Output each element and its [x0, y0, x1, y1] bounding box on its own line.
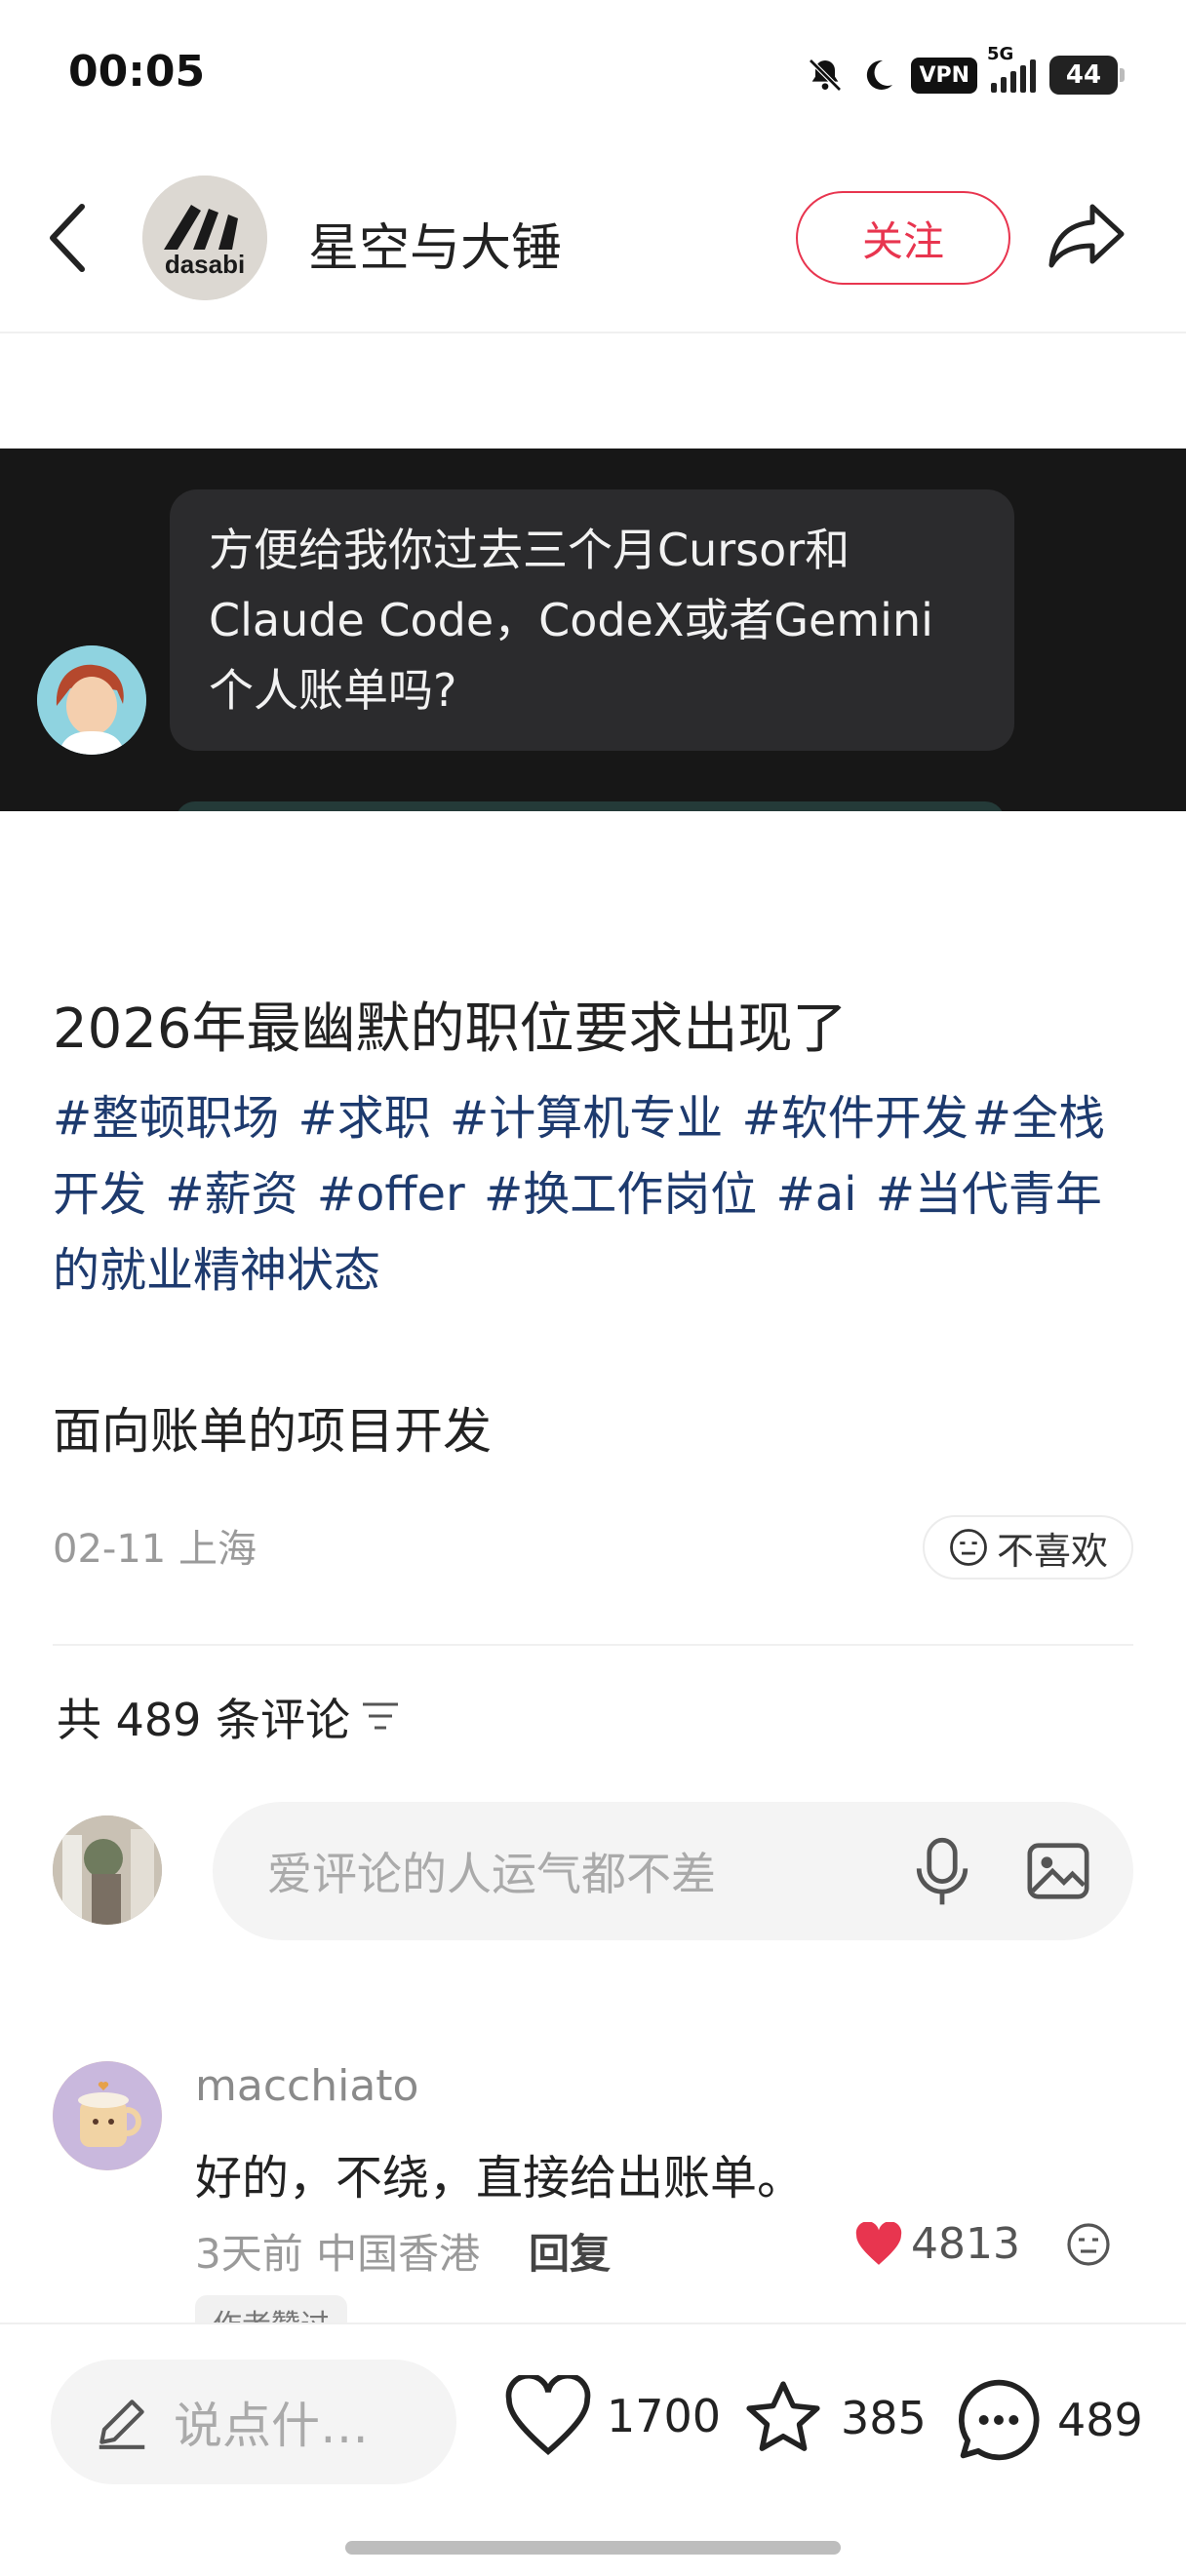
- neutral-face-icon: [950, 1529, 987, 1566]
- share-icon[interactable]: [1048, 201, 1126, 271]
- post-body: 面向账单的项目开发: [53, 1403, 492, 1460]
- heart-filled-icon: [855, 2221, 902, 2265]
- comment-meta: 3天前 中国香港: [195, 2230, 481, 2278]
- tag-link[interactable]: #软件开发: [742, 1091, 969, 1146]
- comments-count: 共 489 条评论: [57, 1694, 351, 1746]
- tag-link[interactable]: #求职: [298, 1091, 431, 1146]
- vpn-icon: VPN: [911, 57, 977, 94]
- author-avatar[interactable]: dasabi: [142, 176, 267, 300]
- header-divider: [0, 332, 1186, 333]
- latte-avatar-icon: [53, 2061, 162, 2170]
- tag-link[interactable]: #整顿职场: [53, 1091, 279, 1146]
- home-indicator[interactable]: [345, 2541, 841, 2555]
- person-icon: [37, 645, 146, 755]
- comment-count: 489: [1057, 2394, 1143, 2446]
- moon-icon: [867, 59, 893, 90]
- mute-bell-icon: [809, 59, 843, 92]
- chat-bubble: 方便给我你过去三个月Cursor和Claude Code，CodeX或者Gemi…: [170, 489, 1014, 751]
- chat-avatar: [37, 645, 146, 755]
- tag-link[interactable]: #offer: [317, 1167, 465, 1222]
- comment-input-placeholder: 爱评论的人运气都不差: [267, 1848, 716, 1900]
- post-title: 2026年最幽默的职位要求出现了: [53, 997, 848, 1061]
- favorite-button[interactable]: 385: [739, 2375, 927, 2461]
- network-label: 5G: [987, 44, 1014, 64]
- sort-icon[interactable]: [359, 1697, 402, 1736]
- like-button[interactable]: 1700: [503, 2375, 721, 2457]
- comment-dislike-icon[interactable]: [1065, 2221, 1112, 2268]
- comment-text: 好的，不绕，直接给出账单。: [195, 2151, 805, 2205]
- microphone-icon[interactable]: [911, 1835, 973, 1907]
- content-divider: [53, 1644, 1133, 1646]
- svg-text:dasabi: dasabi: [165, 250, 245, 279]
- tag-link[interactable]: #薪资: [165, 1167, 297, 1222]
- reply-button[interactable]: 回复: [529, 2221, 611, 2281]
- tag-link[interactable]: #换工作岗位: [484, 1167, 757, 1222]
- battery-icon: 44: [1049, 56, 1125, 95]
- post-tags: #整顿职场 #求职 #计算机专业 #软件开发#全栈开发 #薪资 #offer #…: [53, 1080, 1145, 1308]
- star-icon: [746, 2381, 820, 2451]
- back-icon[interactable]: [45, 201, 92, 275]
- dislike-label: 不喜欢: [996, 1529, 1108, 1573]
- author-name[interactable]: 星空与大锤: [308, 207, 562, 280]
- follow-button[interactable]: 关注: [796, 191, 1010, 285]
- say-something-input[interactable]: 说点什…: [51, 2360, 456, 2484]
- avatar-logo-icon: dasabi: [142, 176, 267, 300]
- comment-button[interactable]: 489: [954, 2375, 1143, 2465]
- comment-avatar[interactable]: [53, 2061, 162, 2170]
- tag-link[interactable]: #ai: [775, 1167, 856, 1222]
- status-icons: VPN 5G 44: [806, 44, 1125, 99]
- like-count: 1700: [607, 2390, 722, 2442]
- say-something-label: 说点什…: [174, 2398, 369, 2454]
- favorite-count: 385: [841, 2392, 927, 2444]
- bottom-action-bar: 说点什… 1700 385 489: [0, 2322, 1186, 2576]
- post-image[interactable]: 方便给我你过去三个月Cursor和Claude Code，CodeX或者Gemi…: [0, 449, 1186, 811]
- heart-icon: [505, 2375, 591, 2456]
- status-time: 00:05: [68, 47, 206, 97]
- comment-bubble-icon: [959, 2379, 1040, 2461]
- photo-avatar-icon: [53, 1815, 162, 1925]
- dislike-button[interactable]: 不喜欢: [923, 1515, 1133, 1580]
- comment-like-count: 4813: [911, 2219, 1020, 2269]
- post-date-location: 02-11 上海: [53, 1527, 257, 1572]
- battery-level: 44: [1065, 60, 1102, 90]
- pencil-icon: [99, 2400, 145, 2449]
- signal-icon: 5G: [987, 44, 1036, 93]
- comment-input[interactable]: 爱评论的人运气都不差: [213, 1802, 1133, 1940]
- tag-link[interactable]: #计算机专业: [450, 1091, 723, 1146]
- chat-bubble-partial: [176, 801, 1005, 811]
- my-avatar: [53, 1815, 162, 1925]
- image-picker-icon[interactable]: [1024, 1837, 1092, 1905]
- comment-like-button[interactable]: 4813: [854, 2219, 1020, 2269]
- comment-username[interactable]: macchiato: [195, 2061, 418, 2111]
